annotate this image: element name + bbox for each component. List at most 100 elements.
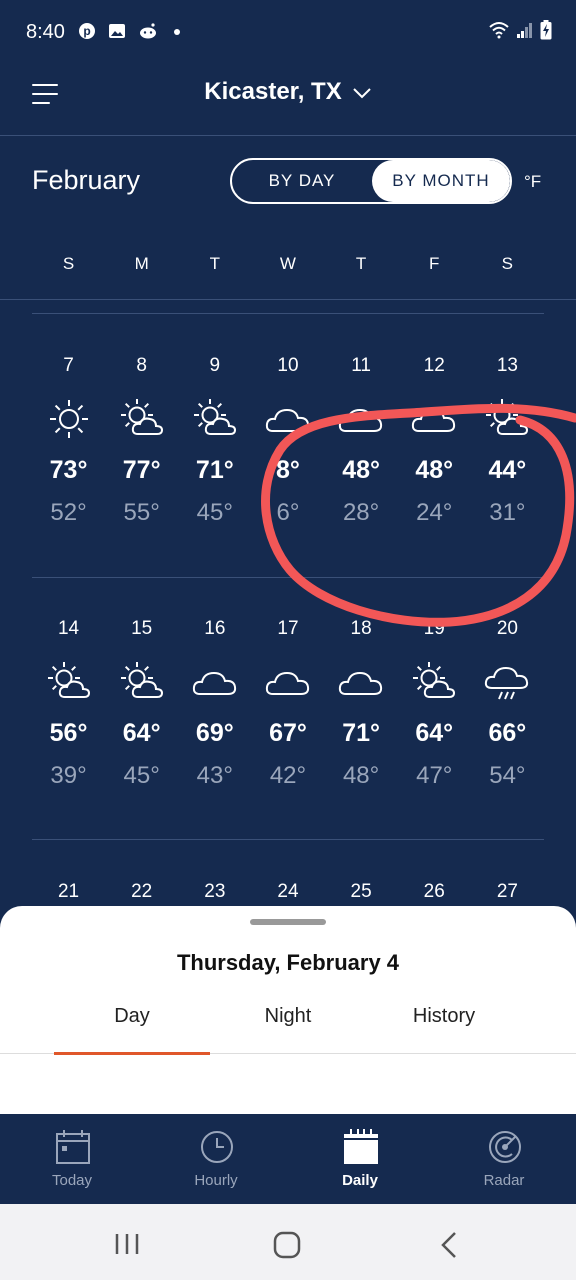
day-cell[interactable]: 21 [32,880,105,904]
weather-app: 8:40 p Kicaster, TX February BY DAY BY M… [0,0,576,1280]
cloud-icon [336,398,386,440]
day-cell[interactable]: 20 66° 54° [471,617,544,790]
day-cell[interactable]: 23 [178,880,251,904]
day-date: 20 [496,618,518,639]
day-cell[interactable]: 8 77° 55° [105,354,178,527]
tab-history[interactable]: History [366,1002,522,1054]
back-icon[interactable] [440,1231,458,1259]
low-temperature: 52° [50,499,87,526]
dot-icon [168,22,186,40]
weekday-label: T [355,254,367,273]
pinterest-icon: p [78,22,96,40]
high-temperature: 64° [122,719,161,747]
high-temperature: 8° [276,456,300,484]
day-date: 26 [423,881,445,902]
day-date: 8 [136,355,147,376]
day-cell[interactable]: 10 8° 6° [251,354,324,527]
by-month-button[interactable]: BY MONTH [372,160,510,202]
day-cell[interactable]: 18 71° 48° [325,617,398,790]
day-cell[interactable]: 19 64° 47° [398,617,471,790]
day-cell[interactable]: 11 48° 28° [325,354,398,527]
high-temperature: 71° [195,456,234,484]
day-date: 9 [209,355,221,376]
high-temperature: 69° [195,719,234,747]
bottom-navigation: Today Hourly Daily Radar [0,1114,576,1204]
gallery-icon [108,22,126,40]
low-temperature: 54° [489,762,526,789]
header-divider [0,299,576,300]
day-cell[interactable]: 7 73° 52° [32,354,105,527]
day-cell[interactable]: 13 44° 31° [471,354,544,527]
cloud-icon [263,661,313,703]
day-cell[interactable]: 17 67° 42° [251,617,324,790]
location-selector[interactable]: Kicaster, TX [0,78,576,107]
day-date: 18 [350,618,372,639]
weekday-label: F [428,254,440,273]
day-date: 16 [204,618,226,639]
sun-icon [44,398,94,440]
day-cell[interactable]: 9 71° 45° [178,354,251,527]
day-date: 12 [423,355,445,376]
tab-day[interactable]: Day [54,1002,210,1055]
week-divider [32,313,544,314]
high-temperature: 44° [488,456,527,484]
cloud-icon [263,398,313,440]
nav-daily[interactable]: Daily [288,1114,432,1204]
low-temperature: 39° [50,762,87,789]
nav-label: Daily [342,1172,378,1189]
wifi-icon [488,21,510,44]
partly-cloudy-icon [117,398,167,440]
day-cell[interactable]: 15 64° 45° [105,617,178,790]
low-temperature: 42° [269,762,307,789]
low-temperature: 45° [196,499,233,526]
day-date: 17 [277,618,299,639]
high-temperature: 73° [49,456,88,484]
drag-handle[interactable] [250,919,326,925]
day-date: 19 [423,618,445,639]
sheet-title: Thursday, February 4 [176,950,400,975]
weekday-label: T [209,254,220,273]
radar-icon [489,1131,521,1163]
day-cell[interactable]: 22 [105,880,178,904]
partly-cloudy-icon [409,661,459,703]
nav-today[interactable]: Today [0,1114,144,1204]
status-bar: 8:40 p [0,0,576,64]
day-date: 10 [277,355,299,376]
day-cell[interactable]: 25 [325,880,398,904]
temperature-unit-button[interactable]: °F [524,172,541,192]
day-date: 24 [277,881,299,902]
week-divider [32,577,544,578]
by-day-button[interactable]: BY DAY [232,160,372,202]
cloud-icon [409,398,459,440]
nav-hourly[interactable]: Hourly [144,1114,288,1204]
reddit-icon [138,22,156,40]
rain-icon [482,661,532,703]
day-cell[interactable]: 14 56° 39° [32,617,105,790]
calendar-daily-icon [344,1129,378,1164]
day-cell[interactable]: 16 69° 43° [178,617,251,790]
day-date: 25 [350,881,372,902]
chevron-down-icon [352,79,372,107]
day-date: 23 [204,881,226,902]
high-temperature: 66° [488,719,527,747]
nav-radar[interactable]: Radar [432,1114,576,1204]
notification-icons: p [78,22,186,40]
day-cell[interactable]: 27 [471,880,544,904]
day-cell[interactable]: 26 [398,880,471,904]
partly-cloudy-icon [117,661,167,703]
month-title: February [32,165,141,195]
partly-cloudy-icon [482,398,532,440]
low-temperature: 28° [342,499,380,526]
home-icon[interactable] [273,1231,301,1259]
high-temperature: 48° [342,456,381,484]
nav-label: Hourly [194,1172,238,1189]
clock-icon [201,1131,233,1163]
low-temperature: 48° [342,762,380,789]
weekday-label: S [501,254,513,273]
day-cell[interactable]: 24 [251,880,324,904]
tab-night[interactable]: Night [210,1002,366,1054]
low-temperature: 55° [123,499,160,526]
recent-apps-icon[interactable] [114,1232,140,1256]
high-temperature: 77° [122,456,161,484]
day-cell[interactable]: 12 48° 24° [398,354,471,527]
